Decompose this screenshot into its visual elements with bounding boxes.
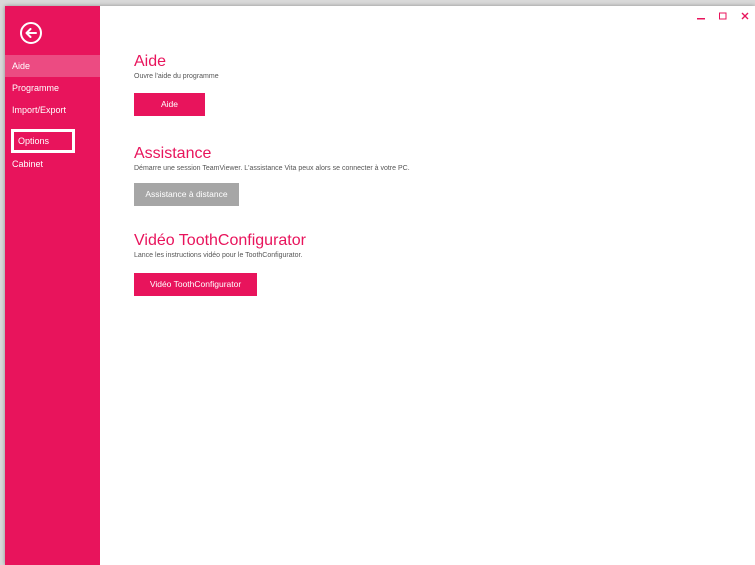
aide-button[interactable]: Aide: [134, 93, 205, 116]
section-title: Vidéo ToothConfigurator: [134, 232, 306, 249]
section-description: Ouvre l'aide du programme: [134, 73, 219, 80]
section-video: Vidéo ToothConfigurator Lance les instru…: [134, 232, 306, 259]
section-description: Lance les instructions vidéo pour le Too…: [134, 252, 303, 259]
arrow-left-circle-icon[interactable]: [20, 22, 42, 44]
sidebar: Aide Programme Import/Export Options Cab…: [5, 6, 100, 565]
section-aide: Aide Ouvre l'aide du programme: [134, 53, 219, 80]
sidebar-item-import-export[interactable]: Import/Export: [5, 99, 100, 121]
section-title: Assistance: [134, 145, 212, 162]
section-title: Aide: [134, 53, 167, 70]
sidebar-item-cabinet[interactable]: Cabinet: [5, 153, 100, 175]
window-controls: [695, 10, 751, 22]
sidebar-item-programme[interactable]: Programme: [5, 77, 100, 99]
minimize-icon[interactable]: [695, 10, 707, 22]
sidebar-nav: Aide Programme Import/Export Options Cab…: [5, 55, 100, 175]
sidebar-item-aide[interactable]: Aide: [5, 55, 100, 77]
close-icon[interactable]: [739, 10, 751, 22]
maximize-icon[interactable]: [717, 10, 729, 22]
section-assistance: Assistance Démarre une session TeamViewe…: [134, 145, 410, 172]
sidebar-item-options[interactable]: Options: [11, 129, 75, 153]
section-description: Démarre une session TeamViewer. L'assist…: [134, 165, 410, 172]
video-toothconfigurator-button[interactable]: Vidéo ToothConfigurator: [134, 273, 257, 296]
app-window: Aide Programme Import/Export Options Cab…: [5, 6, 755, 565]
remote-assistance-button[interactable]: Assistance à distance: [134, 183, 239, 206]
